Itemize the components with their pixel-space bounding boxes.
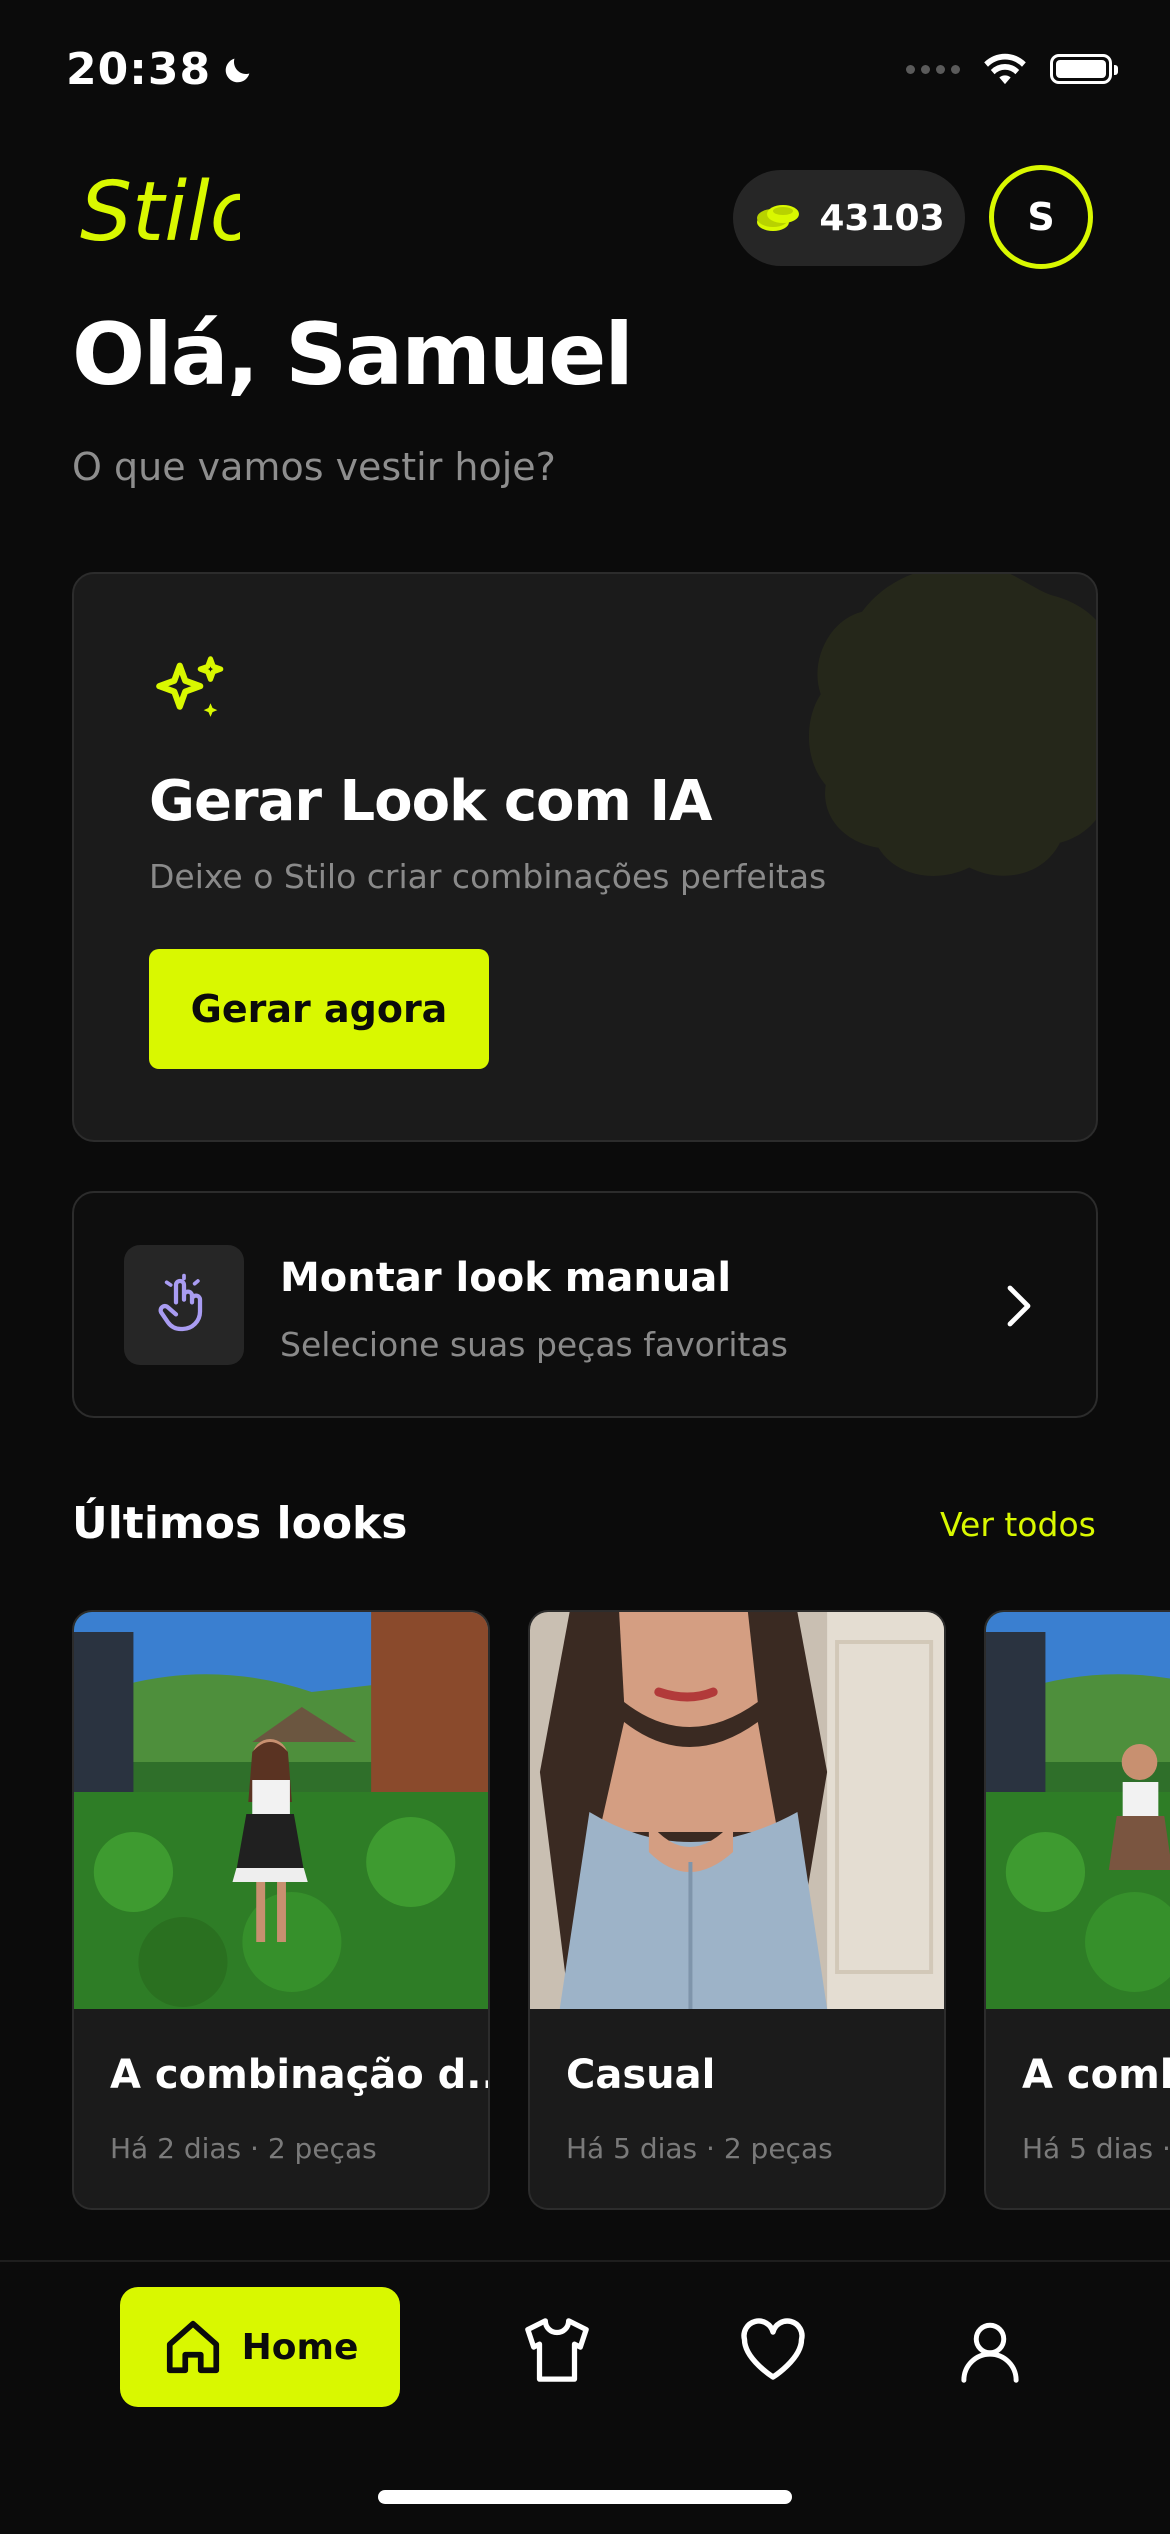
signal-icon xyxy=(906,64,960,74)
battery-icon xyxy=(1050,54,1118,84)
coins-badge[interactable]: 43103 xyxy=(733,170,965,266)
look-title: A combinação d... xyxy=(110,2052,490,2098)
page-subtitle: O que vamos vestir hoje? xyxy=(72,445,556,489)
nav-wardrobe-tab[interactable] xyxy=(517,2310,597,2390)
nav-profile-tab[interactable] xyxy=(950,2310,1030,2390)
look-photo xyxy=(74,1612,488,2009)
pointer-hand-icon xyxy=(158,1273,203,1332)
look-meta: Há 2 dias · 2 peças xyxy=(110,2132,377,2165)
home-indicator xyxy=(378,2490,792,2504)
manual-look-card[interactable]: Montar look manual Selecione suas peças … xyxy=(72,1191,1098,1418)
look-photo xyxy=(986,1612,1170,2009)
page-title: Olá, Samuel xyxy=(72,305,634,405)
ai-look-card: Gerar Look com IA Deixe o Stilo criar co… xyxy=(72,572,1098,1142)
look-card[interactable]: A combinação d... Há 5 dias · 2 peças xyxy=(984,1610,1170,2210)
home-icon xyxy=(166,2320,219,2374)
look-title: A combinação d... xyxy=(1022,2052,1170,2098)
status-time: 20:38 xyxy=(66,44,255,95)
manual-card-title: Montar look manual xyxy=(280,1255,732,1301)
manual-card-subtitle: Selecione suas peças favoritas xyxy=(280,1325,788,1364)
look-card[interactable]: A combinação d... Há 2 dias · 2 peças xyxy=(72,1610,490,2210)
look-meta: Há 5 dias · 2 peças xyxy=(1022,2132,1170,2165)
status-icons xyxy=(906,52,1118,86)
ai-card-subtitle: Deixe o Stilo criar combinações perfeita… xyxy=(149,857,827,896)
svg-text:Stilo: Stilo xyxy=(80,165,240,260)
coins-icon xyxy=(757,205,800,231)
decorative-blob xyxy=(808,574,1096,876)
look-card[interactable]: Casual Há 5 dias · 2 peças xyxy=(528,1610,946,2210)
sparkles-icon xyxy=(156,656,224,717)
recent-looks-carousel[interactable]: A combinação d... Há 2 dias · 2 peças Ca… xyxy=(72,1610,1170,2210)
manual-icon-box xyxy=(124,1245,244,1365)
see-all-link[interactable]: Ver todos xyxy=(940,1505,1096,1544)
look-photo xyxy=(530,1612,944,2009)
generate-now-button[interactable]: Gerar agora xyxy=(149,949,489,1069)
user-icon xyxy=(961,2322,1019,2383)
wifi-icon xyxy=(984,53,1026,85)
avatar[interactable]: S xyxy=(989,165,1093,269)
look-meta: Há 5 dias · 2 peças xyxy=(566,2132,833,2165)
nav-home-tab[interactable]: Home xyxy=(120,2287,400,2407)
moon-icon xyxy=(225,58,250,82)
shirt-icon xyxy=(525,2318,589,2382)
recent-looks-title: Últimos looks xyxy=(72,1498,408,1549)
stilo-logo: Stilo xyxy=(80,160,260,264)
nav-favorites-tab[interactable] xyxy=(733,2310,813,2390)
look-title: Casual xyxy=(566,2052,716,2098)
heart-icon xyxy=(741,2318,805,2380)
ai-card-title: Gerar Look com IA xyxy=(149,769,713,834)
chevron-right-icon xyxy=(1007,1285,1031,1327)
